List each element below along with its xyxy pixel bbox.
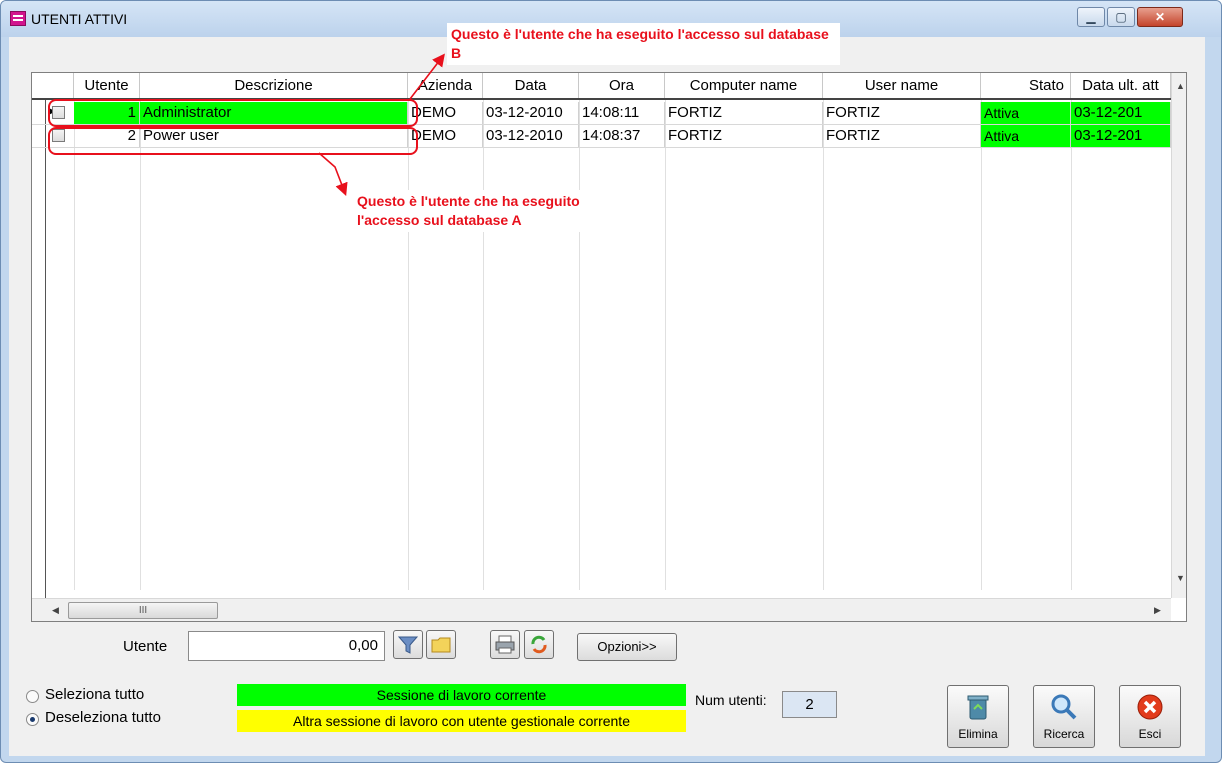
cell-data: 03-12-2010 (483, 125, 579, 147)
cell-data: 03-12-2010 (483, 102, 579, 124)
magnifier-icon (1051, 694, 1077, 720)
col-divider (1071, 100, 1072, 590)
cell-stato: Attiva (981, 102, 1071, 124)
folder-button[interactable] (426, 630, 456, 659)
select-all-radio[interactable] (26, 690, 39, 703)
minimize-button[interactable]: ▁ (1077, 7, 1105, 27)
folder-icon (431, 637, 451, 653)
window-title: UTENTI ATTIVI (31, 11, 128, 27)
delete-button-label: Elimina (958, 727, 998, 741)
cell-user-name: FORTIZ (823, 125, 981, 147)
user-count-label: Num utenti: (695, 692, 767, 708)
cell-computer-name: FORTIZ (665, 102, 823, 124)
annotation-database-a: Questo è l'utente che ha eseguito l'acce… (353, 190, 626, 232)
exit-icon (1137, 694, 1163, 720)
scroll-right-icon[interactable]: ▶ (1154, 605, 1161, 616)
utente-filter-input[interactable]: 0,00 (188, 631, 385, 661)
delete-button[interactable]: Elimina (947, 685, 1009, 748)
vertical-scrollbar[interactable]: ▲ ▼ (1171, 73, 1186, 598)
print-button[interactable] (490, 630, 520, 659)
header-user-name[interactable]: User name (823, 73, 981, 98)
app-icon (10, 11, 26, 26)
cell-data-ult-att: 03-12-201 (1071, 125, 1171, 147)
options-button[interactable]: Opzioni>> (577, 633, 677, 661)
grid-header: Utente Descrizione Azienda Data Ora Comp… (32, 73, 1186, 100)
annotation-database-b: Questo è l'utente che ha eseguito l'acce… (447, 23, 840, 65)
legend-other-session: Altra sessione di lavoro con utente gest… (237, 710, 686, 732)
cell-azienda: DEMO (408, 125, 483, 147)
exit-button-label: Esci (1138, 727, 1162, 741)
user-count-value: 2 (782, 691, 837, 718)
utente-filter-label: Utente (123, 638, 168, 655)
col-divider (74, 100, 75, 590)
col-divider (981, 100, 982, 590)
header-data[interactable]: Data (483, 73, 579, 98)
main-window: UTENTI ATTIVI ▁ ▢ ✕ Utente Descrizione A… (0, 0, 1222, 763)
cell-stato: Attiva (981, 125, 1071, 147)
scroll-up-icon[interactable]: ▲ (1176, 81, 1185, 91)
search-button-label: Ricerca (1043, 727, 1085, 741)
exit-button[interactable]: Esci (1119, 685, 1181, 748)
header-computer-name[interactable]: Computer name (665, 73, 823, 98)
refresh-button[interactable] (524, 630, 554, 659)
recycle-bin-icon (967, 695, 989, 720)
row-indicator-column (32, 100, 46, 621)
filter-button[interactable] (393, 630, 423, 659)
cell-data-ult-att: 03-12-201 (1071, 102, 1171, 124)
scroll-left-icon[interactable]: ◀ (52, 605, 59, 616)
cell-computer-name: FORTIZ (665, 125, 823, 147)
col-divider (665, 100, 666, 590)
header-ora[interactable]: Ora (579, 73, 665, 98)
scroll-down-icon[interactable]: ▼ (1176, 573, 1185, 583)
header-data-ult-att[interactable]: Data ult. att (1071, 73, 1171, 98)
highlight-row-1 (48, 99, 418, 127)
col-divider (579, 100, 580, 590)
col-divider (823, 100, 824, 590)
cell-user-name: FORTIZ (823, 102, 981, 124)
cell-azienda: DEMO (408, 102, 483, 124)
horizontal-scrollbar[interactable]: ◀ III ▶ (32, 598, 1171, 621)
search-button[interactable]: Ricerca (1033, 685, 1095, 748)
cell-ora: 14:08:37 (579, 125, 665, 147)
deselect-all-radio[interactable] (26, 713, 39, 726)
highlight-row-2 (48, 127, 418, 155)
horizontal-scroll-thumb[interactable]: III (68, 602, 218, 619)
header-indicator (32, 73, 74, 98)
legend-current-session: Sessione di lavoro corrente (237, 684, 686, 706)
refresh-icon (531, 635, 547, 654)
header-descrizione[interactable]: Descrizione (140, 73, 408, 98)
header-azienda[interactable]: Azienda (408, 73, 483, 98)
cell-ora: 14:08:11 (579, 102, 665, 124)
col-divider (408, 100, 409, 590)
header-utente[interactable]: Utente (74, 73, 140, 98)
funnel-icon (397, 636, 419, 654)
deselect-all-label[interactable]: Deseleziona tutto (45, 709, 161, 726)
printer-icon (495, 635, 515, 654)
header-stato[interactable]: Stato (981, 73, 1071, 98)
maximize-button[interactable]: ▢ (1107, 7, 1135, 27)
close-button[interactable]: ✕ (1137, 7, 1183, 27)
col-divider (140, 100, 141, 590)
select-all-label[interactable]: Seleziona tutto (45, 686, 144, 703)
col-divider (483, 100, 484, 590)
